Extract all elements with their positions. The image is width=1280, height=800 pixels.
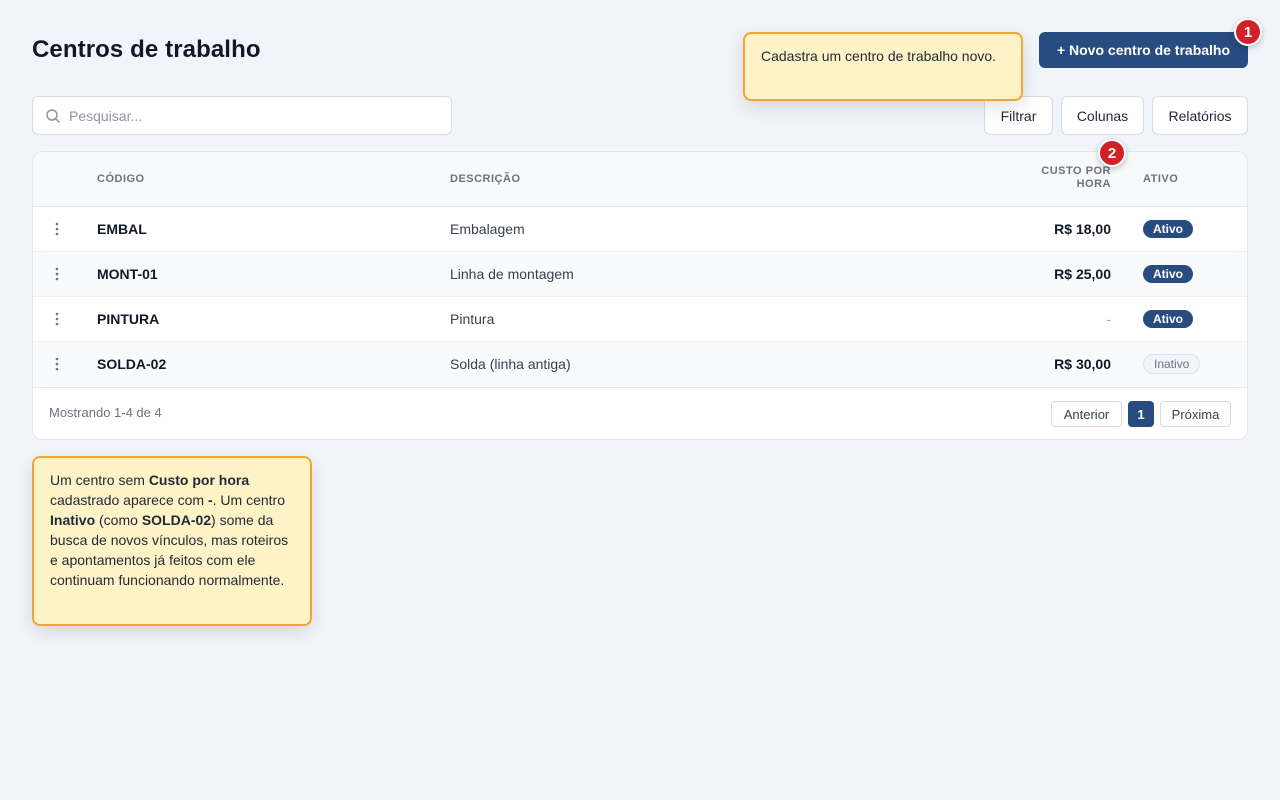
next-page-button[interactable]: Próxima	[1160, 401, 1231, 427]
info-callout-text-3: . Um centro	[212, 492, 286, 508]
column-header-cost[interactable]: CUSTO POR HORA	[1033, 165, 1111, 191]
search-input[interactable]	[69, 107, 429, 124]
column-header-description[interactable]: DESCRIÇÃO	[450, 173, 521, 186]
row-cost: R$ 30,00	[1054, 356, 1111, 372]
info-callout-text-4: (como	[95, 512, 142, 528]
search-box[interactable]	[32, 96, 452, 135]
column-header-code[interactable]: CÓDIGO	[97, 173, 145, 186]
info-callout-bold-3: Inativo	[50, 512, 96, 528]
filter-button[interactable]: Filtrar	[984, 96, 1053, 135]
reports-button[interactable]: Relatórios	[1152, 96, 1248, 135]
table-footer: Mostrando 1-4 de 4 Anterior 1 Próxima	[33, 388, 1247, 439]
row-status: Ativo	[1143, 297, 1193, 341]
row-actions-icon[interactable]	[49, 207, 65, 251]
status-badge: Ativo	[1143, 220, 1193, 238]
info-callout-bold-1: Custo por hora	[148, 472, 250, 488]
table-row: SOLDA-02 Solda (linha antiga) R$ 30,00 I…	[33, 342, 1247, 388]
column-header-active[interactable]: ATIVO	[1143, 173, 1178, 186]
search-icon	[45, 108, 61, 124]
previous-page-button[interactable]: Anterior	[1051, 401, 1122, 427]
row-code[interactable]: SOLDA-02	[97, 342, 166, 386]
page-1-button[interactable]: 1	[1128, 401, 1154, 427]
status-badge: Inativo	[1143, 354, 1201, 374]
info-callout-text-1: Um centro sem	[50, 472, 149, 488]
row-description: Embalagem	[450, 221, 525, 237]
info-callout: Um centro sem Custo por hora cadastrado …	[32, 456, 312, 626]
table-row: PINTURA Pintura - Ativo	[33, 297, 1247, 342]
row-actions-icon[interactable]	[49, 342, 65, 386]
row-description: Solda (linha antiga)	[450, 356, 571, 372]
row-description: Pintura	[450, 311, 495, 327]
row-cost: R$ 18,00	[1054, 221, 1111, 237]
row-description: Linha de montagem	[450, 266, 574, 282]
new-button-callout: Cadastra um centro de trabalho novo.	[743, 32, 1023, 101]
row-status: Inativo	[1143, 342, 1201, 386]
row-code[interactable]: EMBAL	[97, 207, 147, 251]
work-centers-table: CÓDIGO DESCRIÇÃO CUSTO POR HORA ATIVO EM…	[32, 151, 1248, 440]
info-callout-text-2: cadastrado aparece com	[50, 492, 208, 508]
info-callout-bold-4: SOLDA-02	[141, 512, 212, 528]
status-badge: Ativo	[1143, 310, 1193, 328]
new-work-center-button[interactable]: + Novo centro de trabalho	[1039, 32, 1248, 68]
row-code[interactable]: PINTURA	[97, 297, 159, 341]
new-button-callout-text: Cadastra um centro de trabalho novo.	[761, 48, 997, 64]
marker-2: 2	[1098, 139, 1126, 167]
table-row: EMBAL Embalagem R$ 18,00 Ativo	[33, 207, 1247, 252]
page-title: Centros de trabalho	[32, 36, 261, 63]
row-actions-icon[interactable]	[49, 297, 65, 341]
row-actions-icon[interactable]	[49, 252, 65, 296]
row-status: Ativo	[1143, 252, 1193, 296]
table-row: MONT-01 Linha de montagem R$ 25,00 Ativo	[33, 252, 1247, 297]
row-code[interactable]: MONT-01	[97, 252, 158, 296]
status-badge: Ativo	[1143, 265, 1193, 283]
columns-button[interactable]: Colunas	[1061, 96, 1144, 135]
marker-1: 1	[1234, 18, 1262, 46]
pagination-summary: Mostrando 1-4 de 4	[49, 405, 162, 420]
table-header: CÓDIGO DESCRIÇÃO CUSTO POR HORA ATIVO	[33, 152, 1247, 207]
row-cost: R$ 25,00	[1054, 266, 1111, 282]
row-cost: -	[1106, 311, 1111, 327]
row-status: Ativo	[1143, 207, 1193, 251]
